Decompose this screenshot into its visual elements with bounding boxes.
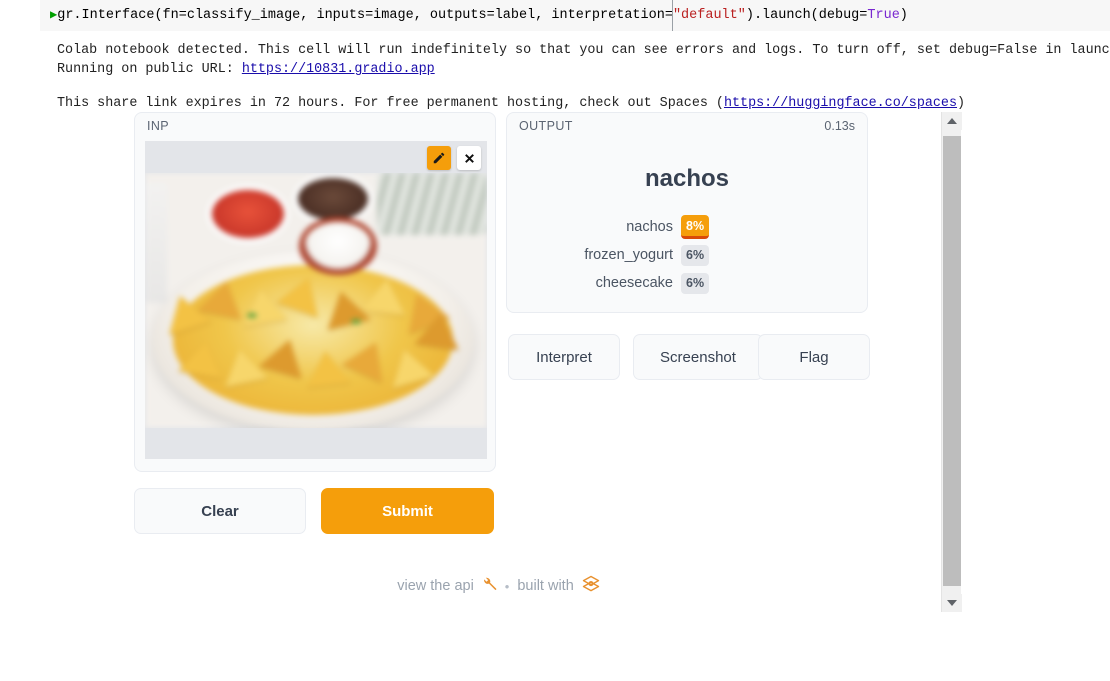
input-panel: INP	[134, 112, 496, 472]
log-line-colab-detected: Colab notebook detected. This cell will …	[57, 43, 1110, 58]
gradio-footer: view the api • built with	[130, 574, 868, 598]
clear-button[interactable]: Clear	[134, 488, 306, 534]
confidence-label: nachos	[626, 219, 673, 235]
log-line-share-expiry: This share link expires in 72 hours. For…	[57, 94, 965, 113]
predicted-label-title: nachos	[644, 165, 730, 192]
submit-button[interactable]: Submit	[321, 488, 494, 534]
screenshot-button[interactable]: Screenshot	[633, 334, 763, 380]
list-item: frozen_yogurt 6%	[507, 241, 867, 269]
confidence-label: cheesecake	[595, 275, 673, 291]
close-icon[interactable]	[457, 146, 481, 170]
confidence-label: frozen_yogurt	[584, 247, 673, 263]
confidence-bar: 8%	[681, 215, 710, 239]
output-panel-label: OUTPUT	[519, 119, 573, 133]
nachos-photo	[145, 173, 487, 428]
gradio-logo-icon	[581, 574, 601, 598]
confidence-bar: 6%	[681, 272, 710, 294]
wrench-icon	[481, 576, 497, 596]
code-text-plain-2: ).launch(debug=	[745, 8, 868, 23]
log-spaces-prefix: This share link expires in 72 hours. For…	[57, 96, 724, 111]
output-duration: 0.13s	[824, 119, 855, 133]
log-spaces-suffix: )	[957, 96, 966, 111]
code-text-plain-3: )	[899, 8, 908, 23]
confidence-bar: 6%	[681, 244, 710, 266]
view-api-link[interactable]: view the api	[397, 576, 497, 596]
log-line-public-url: Running on public URL: https://10831.gra…	[57, 60, 435, 79]
photo-salsa-bowl	[207, 185, 289, 243]
scroll-up-arrow-icon[interactable]	[942, 112, 962, 130]
code-token-string: "default"	[672, 8, 746, 23]
screenshot-root: ▶gr.Interface(fn=classify_image, inputs=…	[0, 0, 1110, 681]
list-item: nachos 8%	[507, 213, 867, 241]
photo-sourcream-bowl	[299, 217, 377, 275]
scroll-thumb[interactable]	[943, 136, 961, 586]
code-cell-gutter	[0, 0, 40, 31]
input-image-container[interactable]	[145, 141, 487, 459]
spaces-url-link[interactable]: https://huggingface.co/spaces	[724, 96, 957, 111]
log-public-url-prefix: Running on public URL:	[57, 62, 242, 77]
pencil-icon[interactable]	[427, 146, 451, 170]
vertical-scrollbar[interactable]	[941, 112, 962, 612]
footer-separator: •	[504, 578, 510, 594]
interpret-button[interactable]: Interpret	[508, 334, 620, 380]
scroll-down-arrow-icon[interactable]	[942, 594, 962, 612]
colab-code-cell[interactable]: ▶gr.Interface(fn=classify_image, inputs=…	[0, 0, 1110, 31]
view-api-label: view the api	[397, 578, 474, 594]
list-item: cheesecake 6%	[507, 269, 867, 297]
code-token-keyword: True	[867, 8, 900, 23]
public-url-link[interactable]: https://10831.gradio.app	[242, 62, 435, 77]
code-text-plain-1: gr.Interface(fn=classify_image, inputs=i…	[57, 8, 673, 23]
gradio-app: INP OUTPUT 0.13s nachos nachos 8% frozen…	[130, 112, 940, 612]
input-panel-label: INP	[147, 119, 170, 133]
output-panel: OUTPUT 0.13s nachos nachos 8% frozen_yog…	[506, 112, 868, 313]
photo-chips	[155, 253, 471, 428]
photo-towel	[377, 173, 487, 235]
text-cursor	[672, 0, 673, 31]
flag-button[interactable]: Flag	[758, 334, 870, 380]
photo-render	[145, 173, 487, 428]
built-with-label: built with	[517, 578, 574, 594]
image-tools	[427, 146, 481, 170]
built-with-gradio[interactable]: built with	[517, 574, 600, 598]
code-line[interactable]: ▶gr.Interface(fn=classify_image, inputs=…	[50, 5, 908, 26]
confidence-list: nachos 8% frozen_yogurt 6% cheesecake 6%	[507, 213, 867, 297]
